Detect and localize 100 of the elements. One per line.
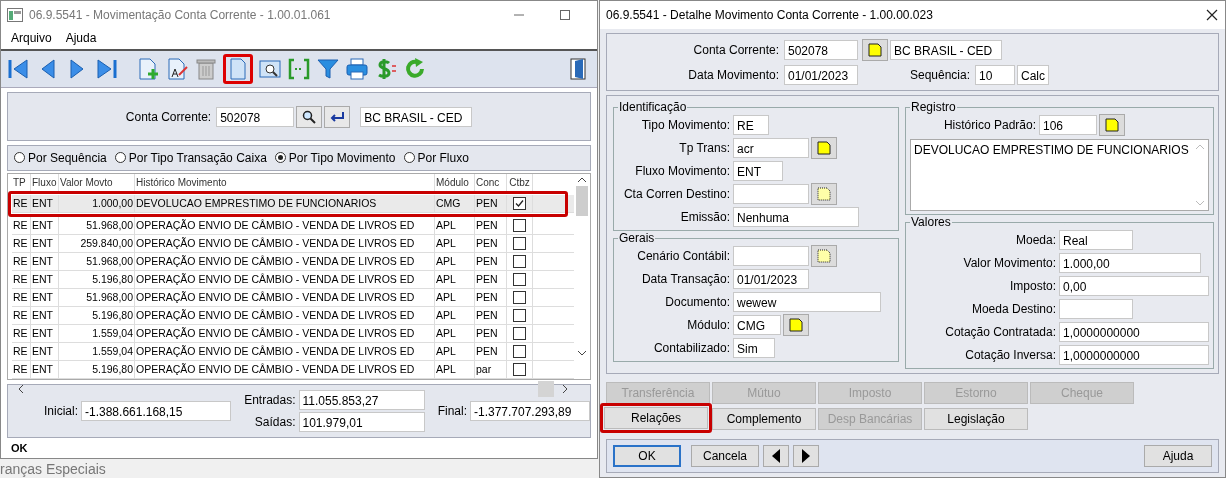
new-document-icon[interactable] <box>136 57 160 81</box>
radio-option[interactable]: Por Fluxo <box>403 150 469 165</box>
last-record-icon[interactable] <box>94 57 118 81</box>
bracket-icon[interactable] <box>287 57 311 81</box>
first-record-icon[interactable] <box>7 57 31 81</box>
table-cell: APL <box>435 324 475 342</box>
chevron-down-icon[interactable] <box>577 348 587 357</box>
window-title: 06.9.5541 - Detalhe Movimento Conta Corrente - 1.00.00.023 <box>606 8 933 22</box>
menu-item[interactable]: Arquivo <box>11 31 52 45</box>
column-header[interactable]: Histórico Movimento <box>135 173 435 191</box>
table-row[interactable]: RE ENT 51.968,00 OPERAÇÃO ENVIO DE CÂMBIO - VENDA DE LIVROS ED APL PEN <box>12 252 574 271</box>
checkbox[interactable] <box>513 362 526 376</box>
search-button[interactable] <box>296 105 323 128</box>
radio-option[interactable]: Por Tipo Movimento <box>274 150 396 165</box>
input-field[interactable]: 10 <box>975 65 1015 85</box>
table-row[interactable]: RE ENT 1.559,04 OPERAÇÃO ENVIO DE CÂMBIO - VENDA DE LIVROS ED APL PEN <box>12 324 574 343</box>
input-field[interactable]: 01/01/2023 <box>733 268 809 289</box>
checkbox[interactable] <box>513 308 526 322</box>
cancel-button[interactable]: Cancela <box>691 445 759 467</box>
previous-button[interactable] <box>763 445 789 467</box>
table-row[interactable]: RE ENT 259.840,00 OPERAÇÃO ENVIO DE CÂMBIO - VENDA DE LIVROS ED APL PEN <box>12 234 574 253</box>
input-field[interactable]: 1,0000000000 <box>1059 321 1209 342</box>
input-field[interactable]: ENT <box>733 160 783 181</box>
next-button[interactable] <box>793 445 819 467</box>
input-field[interactable]: Sim <box>733 337 775 358</box>
lookup-button[interactable] <box>783 313 809 336</box>
lookup-button[interactable] <box>811 244 837 267</box>
filter-icon[interactable] <box>316 57 340 81</box>
edit-document-icon[interactable] <box>165 57 189 81</box>
checkbox[interactable] <box>513 218 526 232</box>
ok-button[interactable]: OK <box>613 445 681 467</box>
input-field[interactable]: CMG <box>733 314 781 335</box>
input-field[interactable]: acr <box>733 137 809 158</box>
scroll-thumb[interactable] <box>538 380 554 397</box>
input-field[interactable] <box>1059 298 1133 319</box>
action-button[interactable]: Legislação <box>924 407 1028 430</box>
input-field[interactable]: wewew <box>733 291 881 312</box>
menu-item[interactable]: Ajuda <box>65 31 97 45</box>
column-header[interactable]: TP <box>12 173 31 191</box>
column-header[interactable]: Fluxo <box>31 173 59 191</box>
checkbox[interactable] <box>513 290 526 304</box>
table-row[interactable]: RE ENT 51.968,00 OPERAÇÃO ENVIO DE CÂMBIO - VENDA DE LIVROS ED APL PEN <box>12 216 574 235</box>
chevron-up-icon[interactable] <box>577 175 587 184</box>
input-field[interactable]: 01/01/2023 <box>784 65 858 85</box>
column-header[interactable]: Valor Movto <box>59 173 135 191</box>
lookup-button[interactable] <box>862 39 888 61</box>
checkbox[interactable] <box>513 254 526 268</box>
table-cell: 51.968,00 <box>59 288 135 306</box>
field-label: Moeda: <box>1014 232 1057 247</box>
radio-option[interactable]: Por Tipo Transação Caixa <box>114 150 267 165</box>
checkbox[interactable] <box>513 272 526 286</box>
checkbox[interactable] <box>513 344 526 358</box>
checkbox[interactable] <box>513 326 526 340</box>
table-cell: 1.000,00 <box>59 194 135 212</box>
lookup-button[interactable] <box>811 136 837 159</box>
table-row[interactable]: RE ENT 1.559,04 OPERAÇÃO ENVIO DE CÂMBIO - VENDA DE LIVROS ED APL PEN <box>12 342 574 361</box>
lookup-button[interactable] <box>811 182 837 205</box>
refresh-icon[interactable] <box>403 57 427 81</box>
table-cell: APL <box>435 234 475 252</box>
column-header[interactable]: Módulo <box>435 173 475 191</box>
close-icon[interactable] <box>1205 8 1219 22</box>
maximize-icon[interactable] <box>559 9 571 21</box>
action-button[interactable]: Relações <box>604 407 708 429</box>
history-text: DEVOLUCAO EMPRESTIMO DE FUNCIONARIOS <box>914 143 1189 157</box>
enter-button[interactable] <box>324 105 351 128</box>
input-field[interactable] <box>733 245 809 266</box>
action-button[interactable]: Complemento <box>712 407 816 430</box>
table-row[interactable]: RE ENT 1.000,00 DEVOLUCAO EMPRESTIMO DE FUNCIONARIOS CMG PEN <box>12 194 574 213</box>
preview-icon[interactable] <box>258 57 282 81</box>
text-area[interactable]: DEVOLUCAO EMPRESTIMO DE FUNCIONARIOS <box>910 139 1209 211</box>
scroll-thumb[interactable] <box>576 185 588 216</box>
input-field[interactable]: Nenhuma <box>733 206 859 227</box>
trash-icon[interactable] <box>194 57 218 81</box>
table-row[interactable]: RE ENT 5.196,80 OPERAÇÃO ENVIO DE CÂMBIO - VENDA DE LIVROS ED APL par <box>12 360 574 379</box>
total-field: 11.055.853,27 <box>298 389 425 410</box>
input-field[interactable]: Real <box>1059 229 1133 250</box>
table-row[interactable]: RE ENT 51.968,00 OPERAÇÃO ENVIO DE CÂMBIO - VENDA DE LIVROS ED APL PEN <box>12 288 574 307</box>
input-field[interactable]: 1.000,00 <box>1059 252 1201 273</box>
help-button[interactable]: Ajuda <box>1144 445 1212 467</box>
checkbox[interactable] <box>513 236 526 250</box>
input-field[interactable]: 502078 <box>784 40 858 60</box>
input-field[interactable]: 106 <box>1039 114 1097 135</box>
radio-option[interactable]: Por Sequência <box>14 150 107 165</box>
column-header[interactable]: Ctbz <box>507 173 533 191</box>
field-label: Moeda Destino: <box>970 301 1057 316</box>
table-cell: APL <box>435 252 475 270</box>
input-field[interactable] <box>733 183 809 204</box>
field-label: Histórico Padrão: <box>942 117 1037 132</box>
total-field: 101.979,01 <box>298 411 425 432</box>
input-field[interactable]: RE <box>733 114 769 135</box>
input-field[interactable]: 1,0000000000 <box>1059 344 1209 365</box>
checkbox[interactable] <box>513 196 526 210</box>
table-row[interactable]: RE ENT 5.196,80 OPERAÇÃO ENVIO DE CÂMBIO - VENDA DE LIVROS ED APL PEN <box>12 306 574 325</box>
print-icon[interactable] <box>345 57 369 81</box>
input-field[interactable]: 502078 <box>216 106 295 127</box>
table-row[interactable]: RE ENT 5.196,80 OPERAÇÃO ENVIO DE CÂMBIO - VENDA DE LIVROS ED APL PEN <box>12 270 574 289</box>
field-label: Saídas: <box>254 414 297 429</box>
lookup-button[interactable] <box>1099 113 1125 136</box>
input-field[interactable]: 0,00 <box>1059 275 1209 296</box>
column-header[interactable]: Conc <box>475 173 507 191</box>
